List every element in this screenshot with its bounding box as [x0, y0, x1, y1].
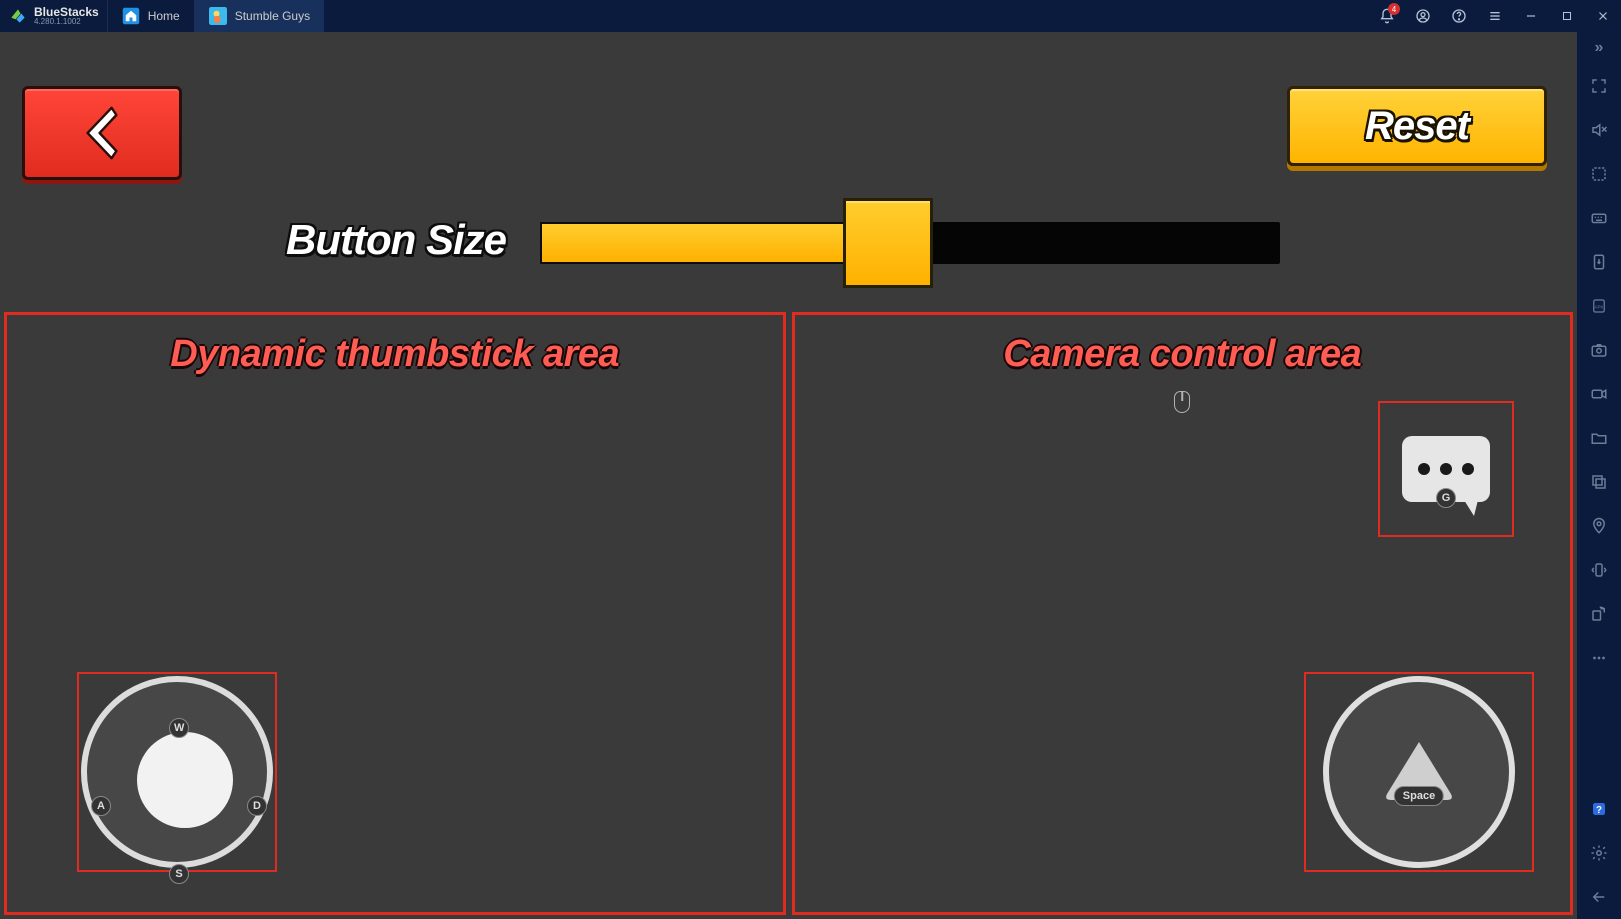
key-jump-label[interactable]: Space	[1394, 786, 1444, 806]
bluestacks-logo-icon	[8, 6, 28, 26]
stumble-guys-icon	[209, 7, 227, 25]
back-chevron-icon	[77, 103, 127, 163]
sidebar-toolbar: » APK ?	[1577, 32, 1621, 919]
thumbstick-area-title: Dynamic thumbstick area	[7, 333, 783, 376]
slider-thumb[interactable]	[843, 198, 933, 288]
home-icon	[122, 7, 140, 25]
sidebar-help-button[interactable]: ?	[1577, 787, 1621, 831]
folder-button[interactable]	[1577, 416, 1621, 460]
key-down-label[interactable]: S	[169, 864, 189, 884]
minimize-button[interactable]	[1513, 0, 1549, 32]
install-apk-button[interactable]	[1577, 240, 1621, 284]
bluestacks-logo-area: BlueStacks 4.280.1.1002	[0, 0, 107, 32]
multi-instance-button[interactable]	[1577, 460, 1621, 504]
key-left-label[interactable]: A	[91, 796, 111, 816]
thumbstick-control[interactable]: W A D S	[77, 672, 277, 872]
titlebar: BlueStacks 4.280.1.1002 Home Stumble Guy…	[0, 0, 1621, 32]
volume-button[interactable]	[1577, 108, 1621, 152]
settings-button[interactable]	[1577, 831, 1621, 875]
back-nav-button[interactable]	[1577, 875, 1621, 919]
keyboard-button[interactable]	[1577, 196, 1621, 240]
jump-control[interactable]: Space	[1304, 672, 1534, 872]
key-chat-label[interactable]: G	[1436, 488, 1456, 508]
tab-stumble-guys[interactable]: Stumble Guys	[194, 0, 324, 32]
help-button[interactable]	[1441, 0, 1477, 32]
chat-bubble-icon: G	[1402, 436, 1490, 502]
reset-label: Reset	[1365, 104, 1469, 149]
maximize-button[interactable]	[1549, 0, 1585, 32]
account-button[interactable]	[1405, 0, 1441, 32]
notification-button[interactable]: 4	[1369, 0, 1405, 32]
location-button[interactable]	[1577, 504, 1621, 548]
rotate-button[interactable]	[1577, 592, 1621, 636]
collapse-sidebar-button[interactable]: »	[1577, 32, 1621, 64]
thumbstick-outer-ring	[81, 676, 273, 868]
close-button[interactable]	[1585, 0, 1621, 32]
camera-area-title: Camera control area	[795, 333, 1571, 376]
chat-control[interactable]: G	[1378, 401, 1514, 537]
svg-text:APK: APK	[1594, 304, 1603, 309]
game-screen: Reset Button Size Dynamic thumbstick are…	[0, 32, 1577, 919]
apk-button[interactable]: APK	[1577, 284, 1621, 328]
app-version: 4.280.1.1002	[34, 18, 99, 26]
menu-button[interactable]	[1477, 0, 1513, 32]
record-button[interactable]	[1577, 372, 1621, 416]
fullscreen-button[interactable]	[1577, 64, 1621, 108]
notification-badge: 4	[1388, 3, 1400, 15]
tab-label: Stumble Guys	[235, 9, 310, 23]
jump-button-ring: Space	[1323, 676, 1515, 868]
thumbstick-knob[interactable]	[137, 732, 233, 828]
tab-label: Home	[148, 9, 180, 23]
jump-triangle-icon	[1369, 722, 1469, 822]
keymap-button[interactable]	[1577, 152, 1621, 196]
mouse-icon	[1174, 391, 1190, 413]
back-button[interactable]	[22, 86, 182, 180]
key-right-label[interactable]: D	[247, 796, 267, 816]
reset-button[interactable]: Reset	[1287, 86, 1547, 166]
slider-fill	[540, 222, 866, 264]
button-size-slider[interactable]	[540, 222, 1280, 264]
tab-home[interactable]: Home	[107, 0, 194, 32]
svg-text:?: ?	[1596, 805, 1602, 816]
camera-area-panel[interactable]: Camera control area G Space	[792, 312, 1574, 915]
more-button[interactable]	[1577, 636, 1621, 680]
screenshot-button[interactable]	[1577, 328, 1621, 372]
button-size-label: Button Size	[286, 216, 506, 264]
shake-button[interactable]	[1577, 548, 1621, 592]
thumbstick-area-panel[interactable]: Dynamic thumbstick area W A D S	[4, 312, 786, 915]
